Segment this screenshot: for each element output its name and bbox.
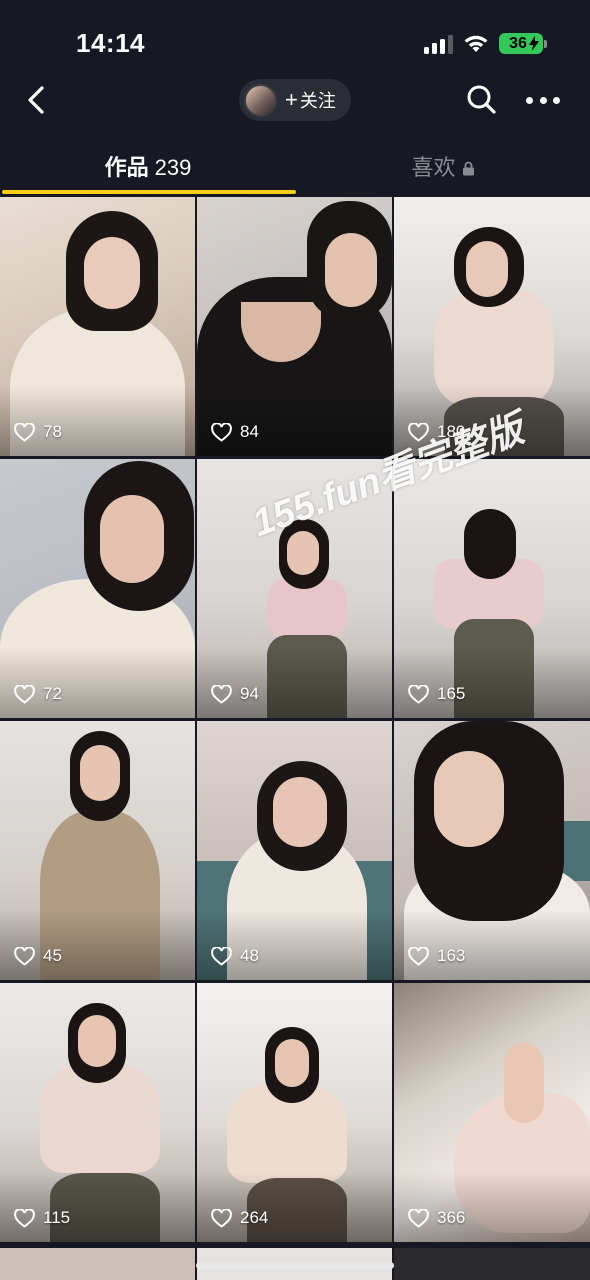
avatar — [244, 83, 277, 117]
video-thumbnail[interactable] — [0, 1248, 195, 1280]
video-thumbnail[interactable]: 78 — [0, 197, 195, 456]
more-dot — [553, 96, 560, 104]
heart-icon — [211, 946, 232, 966]
video-like-count: 84 — [211, 422, 259, 442]
follow-button[interactable]: + 关注 — [239, 79, 351, 121]
heart-icon — [408, 946, 429, 966]
video-thumbnail[interactable] — [394, 1248, 590, 1280]
video-like-count: 264 — [211, 1208, 268, 1228]
charging-bolt-icon — [529, 36, 539, 51]
tab-works-label: 作品 — [104, 155, 149, 180]
video-like-count: 165 — [408, 684, 465, 704]
video-like-count: 366 — [408, 1208, 465, 1228]
profile-tabs: 作品 239 喜欢 — [0, 140, 590, 194]
back-button[interactable] — [20, 80, 54, 120]
heart-icon — [14, 1208, 35, 1228]
status-time: 14:14 — [76, 28, 145, 58]
video-thumbnail[interactable]: 45 — [0, 721, 195, 980]
lock-icon — [462, 161, 474, 176]
video-thumbnail[interactable]: 163 — [394, 721, 590, 980]
tab-likes[interactable]: 喜欢 — [296, 140, 590, 194]
status-bar: 14:14 36 — [0, 0, 590, 80]
video-thumbnail[interactable]: 366 — [394, 983, 590, 1242]
more-button[interactable] — [526, 90, 560, 110]
heart-icon — [408, 684, 429, 704]
wifi-icon — [464, 35, 488, 52]
heart-icon — [211, 1208, 232, 1228]
video-grid: 78 84 180 72 94 165 45 48 163 115 264 36… — [0, 197, 590, 1242]
battery-indicator: 36 — [499, 33, 547, 54]
search-icon — [467, 85, 496, 114]
video-thumbnail[interactable]: 72 — [0, 459, 195, 718]
battery-level: 36 — [509, 34, 527, 52]
video-thumbnail[interactable]: 165 — [394, 459, 590, 718]
video-like-count: 115 — [14, 1208, 70, 1228]
heart-icon — [211, 684, 232, 704]
follow-label: 关注 — [299, 91, 336, 111]
cellular-signal-icon — [424, 34, 454, 54]
heart-icon — [14, 684, 35, 704]
heart-icon — [14, 422, 35, 442]
video-thumbnail[interactable]: 264 — [197, 983, 392, 1242]
nav-bar: + 关注 — [0, 72, 590, 130]
search-button[interactable] — [466, 84, 498, 116]
more-dot — [539, 96, 547, 104]
home-indicator[interactable] — [196, 1262, 394, 1269]
plus-icon: + — [285, 87, 298, 112]
heart-icon — [408, 1208, 429, 1228]
video-like-count: 163 — [408, 946, 465, 966]
video-like-count: 94 — [211, 684, 259, 704]
chevron-left-icon — [28, 86, 44, 114]
heart-icon — [211, 422, 232, 442]
more-dot — [526, 96, 533, 104]
heart-icon — [14, 946, 35, 966]
video-like-count: 45 — [14, 946, 62, 966]
video-like-count: 48 — [211, 946, 259, 966]
active-tab-indicator — [2, 190, 296, 194]
video-like-count: 72 — [14, 684, 62, 704]
tab-works[interactable]: 作品 239 — [0, 140, 296, 194]
video-like-count: 78 — [14, 422, 62, 442]
video-thumbnail[interactable]: 115 — [0, 983, 195, 1242]
tab-works-count: 239 — [154, 155, 192, 180]
video-thumbnail[interactable]: 84 — [197, 197, 392, 456]
video-thumbnail[interactable]: 48 — [197, 721, 392, 980]
tab-likes-label: 喜欢 — [411, 155, 456, 180]
